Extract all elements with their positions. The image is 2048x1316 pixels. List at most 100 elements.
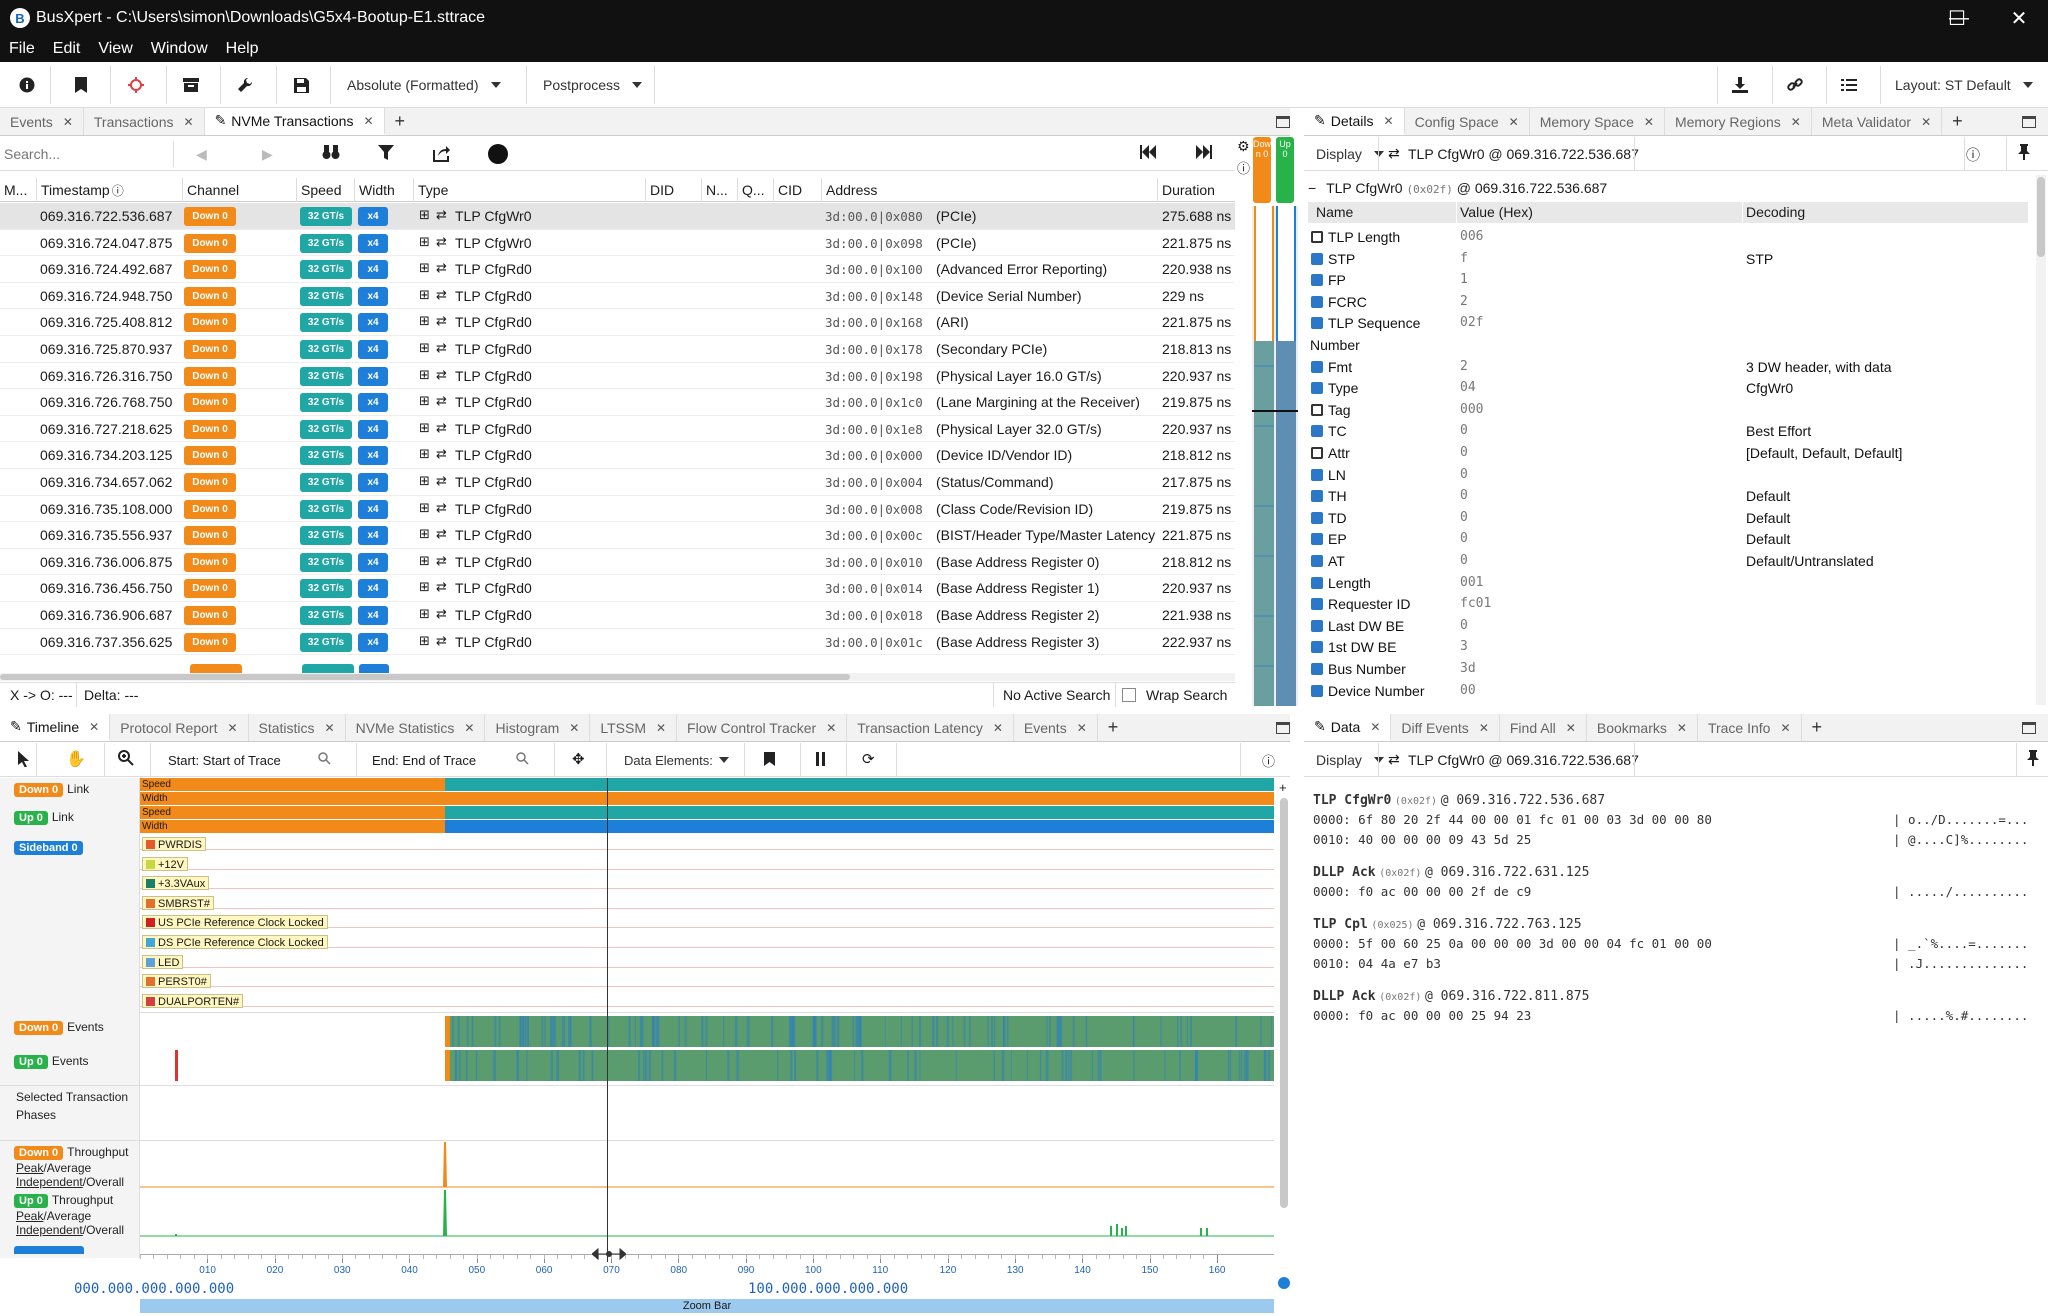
table-row[interactable]: 069.316.726.768.750 Down 0 32 GT/s x4 ⊞ ⇄ TLP … bbox=[0, 389, 1235, 416]
expand-icon[interactable]: ⊞ bbox=[419, 287, 430, 303]
packet-header[interactable]: TLP CfgWr0 (0x02f) @ 069.316.722.536.687 bbox=[1313, 792, 1605, 808]
wrench-icon[interactable] bbox=[230, 70, 260, 100]
save-icon[interactable] bbox=[286, 70, 316, 100]
expand-icon[interactable]: ⊞ bbox=[419, 207, 430, 223]
export-icon[interactable] bbox=[432, 144, 450, 165]
table-row[interactable]: 069.316.734.657.062 Down 0 32 GT/s x4 ⊞ ⇄ TLP … bbox=[0, 469, 1235, 496]
pin-icon[interactable] bbox=[2018, 144, 2030, 163]
expand-icon[interactable]: ⊞ bbox=[419, 367, 430, 383]
expand-icon[interactable]: ⊞ bbox=[419, 420, 430, 436]
tab-events-bottom[interactable]: Events ✕ bbox=[1014, 714, 1098, 741]
tab-histogram[interactable]: Histogram ✕ bbox=[485, 714, 591, 741]
signal-label[interactable]: US PCIe Reference Clock Locked bbox=[142, 915, 328, 930]
expand-icon[interactable]: ⊞ bbox=[419, 553, 430, 569]
bookmark-icon[interactable] bbox=[66, 70, 96, 100]
table-row[interactable]: 069.316.736.456.750 Down 0 32 GT/s x4 ⊞ ⇄ TLP … bbox=[0, 575, 1235, 602]
minimize-panel-icon[interactable] bbox=[1276, 722, 1290, 734]
table-row[interactable]: 069.316.736.906.687 Down 0 32 GT/s x4 ⊞ ⇄ TLP … bbox=[0, 602, 1235, 629]
close-icon[interactable]: ✕ bbox=[1077, 721, 1087, 735]
col-q[interactable]: Q... bbox=[738, 178, 774, 202]
tab-diff-events[interactable]: Diff Events ✕ bbox=[1391, 714, 1500, 741]
tab-flow-control-tracker[interactable]: Flow Control Tracker ✕ bbox=[677, 714, 848, 741]
start-range-field[interactable]: Start: Start of Trace bbox=[168, 753, 281, 768]
tab-trace-info[interactable]: Trace Info ✕ bbox=[1698, 714, 1802, 741]
expand-icon[interactable]: ⊞ bbox=[419, 526, 430, 542]
packet-header[interactable]: DLLP Ack (0x02f) @ 069.316.722.631.125 bbox=[1313, 864, 1589, 880]
link-state-bars[interactable]: Speed Width Speed Width bbox=[140, 778, 1274, 835]
peak-average-down[interactable]: Peak/Average bbox=[16, 1161, 91, 1175]
time-cursor[interactable] bbox=[607, 778, 608, 1262]
detail-field-row[interactable]: STP f STP bbox=[1308, 248, 2028, 270]
close-icon[interactable]: ✕ bbox=[993, 721, 1003, 735]
crosshair-icon[interactable] bbox=[121, 70, 151, 100]
close-icon[interactable]: ✕ bbox=[1921, 115, 1931, 129]
next-arrow-icon[interactable]: ▶ bbox=[262, 146, 273, 163]
table-row[interactable]: 069.316.735.556.937 Down 0 32 GT/s x4 ⊞ ⇄ TLP … bbox=[0, 522, 1235, 549]
menu-view[interactable]: View bbox=[89, 40, 141, 58]
detail-field-row[interactable]: FP 1 bbox=[1308, 269, 2028, 291]
download-icon[interactable] bbox=[1725, 70, 1755, 100]
overview-up-channel[interactable]: Up 0 bbox=[1276, 137, 1294, 203]
table-row[interactable]: 069.316.735.108.000 Down 0 32 GT/s x4 ⊞ ⇄ TLP … bbox=[0, 496, 1235, 523]
overview-minimap[interactable] bbox=[1252, 206, 1298, 706]
table-row[interactable]: 069.316.724.948.750 Down 0 32 GT/s x4 ⊞ ⇄ TLP … bbox=[0, 283, 1235, 310]
bookmark-icon[interactable] bbox=[764, 752, 775, 769]
detail-field-row[interactable]: TC 0 Best Effort bbox=[1308, 420, 2028, 442]
help-icon[interactable]: ⓘ bbox=[1262, 751, 1275, 770]
display-dropdown[interactable]: Display bbox=[1316, 745, 1384, 775]
wrap-search-checkbox[interactable] bbox=[1122, 688, 1136, 702]
detail-field-row[interactable]: Bus Number 3d bbox=[1308, 658, 2028, 680]
tab-memory-space[interactable]: Memory Space ✕ bbox=[1530, 108, 1665, 135]
detail-field-row[interactable]: TH 0 Default bbox=[1308, 485, 2028, 507]
jump-last-icon[interactable] bbox=[1196, 145, 1212, 162]
close-icon[interactable]: ✕ bbox=[826, 721, 836, 735]
table-row[interactable]: 069.316.737.356.625 Down 0 32 GT/s x4 ⊞ ⇄ TLP … bbox=[0, 629, 1235, 656]
pin-icon[interactable] bbox=[2027, 750, 2039, 769]
close-icon[interactable]: ✕ bbox=[1791, 115, 1801, 129]
display-dropdown[interactable]: Display bbox=[1316, 139, 1384, 169]
table-row[interactable]: 069.316.727.218.625 Down 0 32 GT/s x4 ⊞ ⇄ TLP … bbox=[0, 416, 1235, 443]
end-range-field[interactable]: End: End of Trace bbox=[372, 753, 476, 768]
expand-icon[interactable]: ⊞ bbox=[419, 633, 430, 649]
scrollbar-thumb[interactable] bbox=[0, 674, 850, 680]
tab-transactions[interactable]: Transactions ✕ bbox=[84, 108, 205, 135]
close-icon[interactable]: ✕ bbox=[63, 115, 73, 129]
add-tab-button[interactable]: + bbox=[1802, 714, 1833, 741]
minimize-panel-icon[interactable] bbox=[1276, 116, 1290, 128]
table-row[interactable]: 069.316.724.492.687 Down 0 32 GT/s x4 ⊞ ⇄ TLP … bbox=[0, 256, 1235, 283]
table-row[interactable]: 069.316.722.536.687 Down 0 32 GT/s x4 ⊞ ⇄ TLP … bbox=[0, 203, 1235, 230]
tab-ltssm[interactable]: LTSSM ✕ bbox=[590, 714, 678, 741]
jump-first-icon[interactable] bbox=[1140, 145, 1156, 162]
maximize-button[interactable]: ☐ bbox=[1928, 0, 1986, 36]
close-icon[interactable]: ✕ bbox=[1677, 721, 1687, 735]
detail-field-row[interactable]: TLP Length 006 bbox=[1308, 226, 2028, 248]
throughput-graphs[interactable] bbox=[140, 1140, 1274, 1240]
expand-icon[interactable]: ⊞ bbox=[419, 313, 430, 329]
expand-icon[interactable]: ⊞ bbox=[419, 234, 430, 250]
info-icon[interactable] bbox=[12, 70, 42, 100]
details-root[interactable]: − TLP CfgWr0 (0x02f) @ 069.316.722.536.6… bbox=[1308, 180, 1607, 196]
tab-data[interactable]: ✎ Data ✕ bbox=[1304, 714, 1392, 741]
peak-average-up[interactable]: Peak/Average bbox=[16, 1209, 91, 1223]
detail-field-row[interactable]: TD 0 Default bbox=[1308, 507, 2028, 529]
tab-details[interactable]: ✎ Details ✕ bbox=[1304, 108, 1405, 135]
table-row[interactable]: 069.316.724.047.875 Down 0 32 GT/s x4 ⊞ ⇄ TLP … bbox=[0, 230, 1235, 257]
close-icon[interactable]: ✕ bbox=[569, 721, 579, 735]
close-icon[interactable]: ✕ bbox=[227, 721, 237, 735]
menu-window[interactable]: Window bbox=[142, 40, 217, 58]
col-type[interactable]: Type bbox=[414, 178, 646, 202]
menu-file[interactable]: File bbox=[0, 40, 44, 58]
detail-field-row[interactable]: Type 04 CfgWr0 bbox=[1308, 377, 2028, 399]
expand-icon[interactable]: ⊞ bbox=[419, 340, 430, 356]
help-icon[interactable]: ⓘ bbox=[1237, 158, 1250, 177]
cursor-handle-icon[interactable] bbox=[592, 1247, 626, 1261]
signal-label[interactable]: DS PCIe Reference Clock Locked bbox=[142, 935, 328, 949]
zoom-icon[interactable] bbox=[118, 750, 134, 769]
move-icon[interactable]: ✥ bbox=[572, 750, 585, 768]
search-icon[interactable] bbox=[318, 752, 331, 768]
close-icon[interactable]: ✕ bbox=[1479, 721, 1489, 735]
expand-icon[interactable]: ⊞ bbox=[419, 446, 430, 462]
signal-label[interactable]: +12V bbox=[142, 856, 188, 871]
close-icon[interactable]: ✕ bbox=[89, 720, 99, 734]
independent-overall-up[interactable]: Independent/Overall bbox=[16, 1223, 124, 1237]
